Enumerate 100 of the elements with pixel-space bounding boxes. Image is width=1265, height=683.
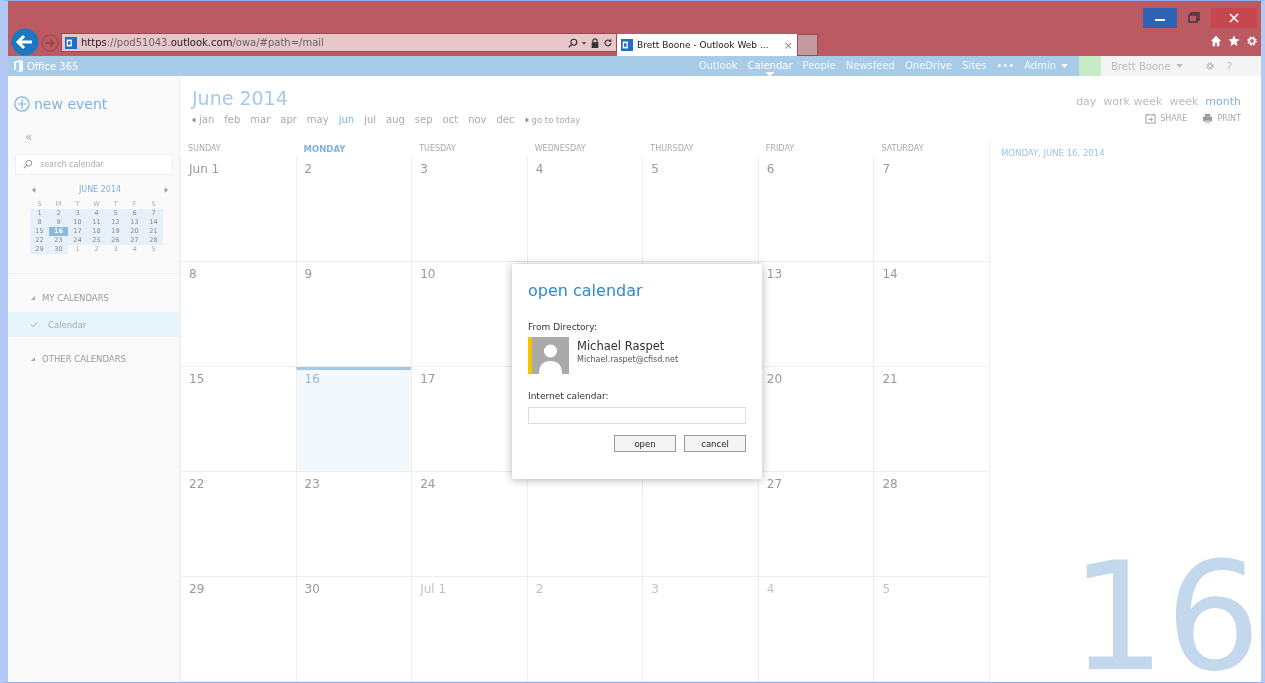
month-link[interactable]: dec — [496, 114, 515, 125]
view-tab[interactable]: week — [1169, 95, 1199, 108]
open-button[interactable]: open — [614, 435, 676, 452]
weekday-header: MONDAY — [302, 143, 347, 156]
view-tab[interactable]: work week — [1103, 95, 1163, 108]
help-button[interactable]: ? — [1226, 59, 1233, 73]
caret-icon[interactable] — [1175, 64, 1183, 68]
weekday-header: THURSDAY — [649, 143, 695, 155]
print-button[interactable]: PRINT — [1202, 113, 1241, 124]
minimize-icon[interactable] — [1143, 8, 1177, 28]
address-text: https://pod51043.outlook.com/owa/#path=/mail — [81, 37, 325, 48]
calendar-share-icon[interactable] — [1145, 113, 1157, 124]
nav-link[interactable]: Outlook — [693, 56, 743, 76]
caret-icon[interactable] — [1061, 64, 1068, 68]
day-cell[interactable]: 16 — [295, 367, 412, 472]
cancel-button[interactable]: cancel — [684, 435, 746, 452]
next-month-icon[interactable] — [164, 186, 168, 193]
user-menu[interactable]: Brett Boone — [1111, 60, 1183, 72]
nav-link[interactable]: People — [797, 56, 841, 76]
weekday-header: WEDNESDAY — [533, 143, 587, 155]
day-cell[interactable]: 22 — [180, 472, 296, 577]
day-cell[interactable]: 23 — [295, 472, 412, 577]
day-cell[interactable]: 4 — [526, 157, 643, 262]
day-cell[interactable]: 5 — [642, 157, 758, 262]
month-link[interactable]: jan — [199, 114, 215, 125]
refresh-icon[interactable] — [603, 37, 613, 48]
browser-tab[interactable]: Brett Boone - Outlook Web ... × — [617, 34, 797, 56]
month-link[interactable]: feb — [224, 114, 241, 125]
day-cell[interactable]: 8 — [180, 262, 296, 367]
previous-icon[interactable] — [192, 116, 196, 123]
internet-calendar-label: Internet calendar: — [528, 391, 610, 401]
next-icon[interactable] — [524, 116, 529, 123]
view-tab[interactable]: day — [1076, 95, 1097, 108]
new-tab-button[interactable] — [797, 34, 818, 56]
star-icon[interactable] — [1228, 35, 1240, 47]
month-link[interactable]: apr — [280, 114, 297, 125]
month-link[interactable]: mar — [250, 114, 271, 125]
day-cell[interactable]: 30 — [295, 577, 412, 682]
search-icon[interactable] — [568, 37, 578, 48]
admin-menu[interactable]: Admin — [1019, 56, 1073, 76]
dialog-title: open calendar — [528, 281, 644, 300]
plus-icon[interactable] — [14, 96, 30, 112]
more-button[interactable]: ••• — [991, 56, 1020, 76]
calendar-list-item[interactable]: Calendar — [8, 312, 179, 337]
day-cell[interactable]: Jun 1 — [180, 157, 296, 262]
person-name: Michael Raspet — [577, 339, 666, 353]
new-event-button[interactable]: new event — [8, 76, 179, 118]
section-title[interactable]: MY CALENDARS — [42, 293, 109, 303]
back-icon[interactable] — [11, 28, 39, 56]
calendar-name: Calendar — [48, 319, 87, 330]
brand-name: Office 365 — [27, 60, 79, 72]
month-link[interactable]: sep — [414, 114, 433, 125]
nav-link[interactable]: Sites — [957, 56, 992, 76]
search-field[interactable]: search calendar — [15, 154, 173, 175]
from-directory-label: From Directory: — [528, 322, 599, 332]
search-icon — [23, 159, 33, 169]
day-cell[interactable]: 3 — [642, 577, 758, 682]
day-cell[interactable]: 5 — [873, 577, 989, 682]
day-cell[interactable]: 7 — [873, 157, 989, 262]
nav-link[interactable]: Newsfeed — [840, 56, 900, 76]
day-number: 16 — [1070, 542, 1261, 682]
nav-link[interactable]: OneDrive — [899, 56, 957, 76]
month-link[interactable]: jun — [338, 114, 355, 125]
view-tab[interactable]: month — [1205, 95, 1241, 108]
day-cell[interactable]: 3 — [411, 157, 527, 262]
close-icon[interactable] — [1211, 8, 1257, 28]
day-cell[interactable]: 14 — [873, 262, 989, 367]
day-cell[interactable]: 4 — [757, 577, 874, 682]
expand-arrow-icon[interactable] — [31, 296, 35, 300]
month-link[interactable]: oct — [442, 114, 459, 125]
day-cell[interactable]: Jul 1 — [411, 577, 527, 682]
day-cell[interactable]: 2 — [295, 157, 412, 262]
previous-month-icon[interactable] — [32, 186, 36, 193]
share-button[interactable]: SHARE — [1145, 113, 1188, 124]
month-link[interactable]: nov — [468, 114, 487, 125]
day-cell[interactable]: 2 — [526, 577, 643, 682]
month-link[interactable]: jul — [364, 114, 377, 125]
printer-icon[interactable] — [1202, 113, 1214, 124]
day-cell[interactable]: 21 — [873, 367, 989, 472]
month-link[interactable]: aug — [386, 114, 405, 125]
person-email: Michael.raspet@cfisd.net — [577, 355, 679, 364]
home-icon[interactable] — [1210, 35, 1222, 47]
day-cell[interactable]: 28 — [873, 472, 989, 577]
outlook-icon — [65, 36, 77, 49]
collapse-button[interactable]: « — [8, 118, 179, 144]
day-cell[interactable]: 6 — [757, 157, 874, 262]
address-bar[interactable]: https://pod51043.outlook.com/owa/#path=/mail — [61, 33, 617, 52]
tab-close-button[interactable]: × — [783, 38, 793, 52]
avatar-icon — [528, 337, 569, 374]
month-link[interactable]: may — [306, 114, 329, 125]
mini-calendar-title: JUNE 2014 — [78, 185, 122, 194]
check-icon[interactable] — [30, 321, 38, 328]
day-cell[interactable]: 29 — [180, 577, 296, 682]
expand-arrow-icon[interactable] — [31, 357, 35, 361]
day-cell[interactable]: 15 — [180, 367, 296, 472]
forward-icon[interactable] — [41, 34, 59, 52]
go-to-today-link[interactable]: go to today — [531, 114, 581, 125]
internet-calendar-field[interactable] — [528, 407, 746, 424]
section-title[interactable]: OTHER CALENDARS — [42, 354, 126, 364]
weekday-header: SATURDAY — [880, 143, 925, 155]
